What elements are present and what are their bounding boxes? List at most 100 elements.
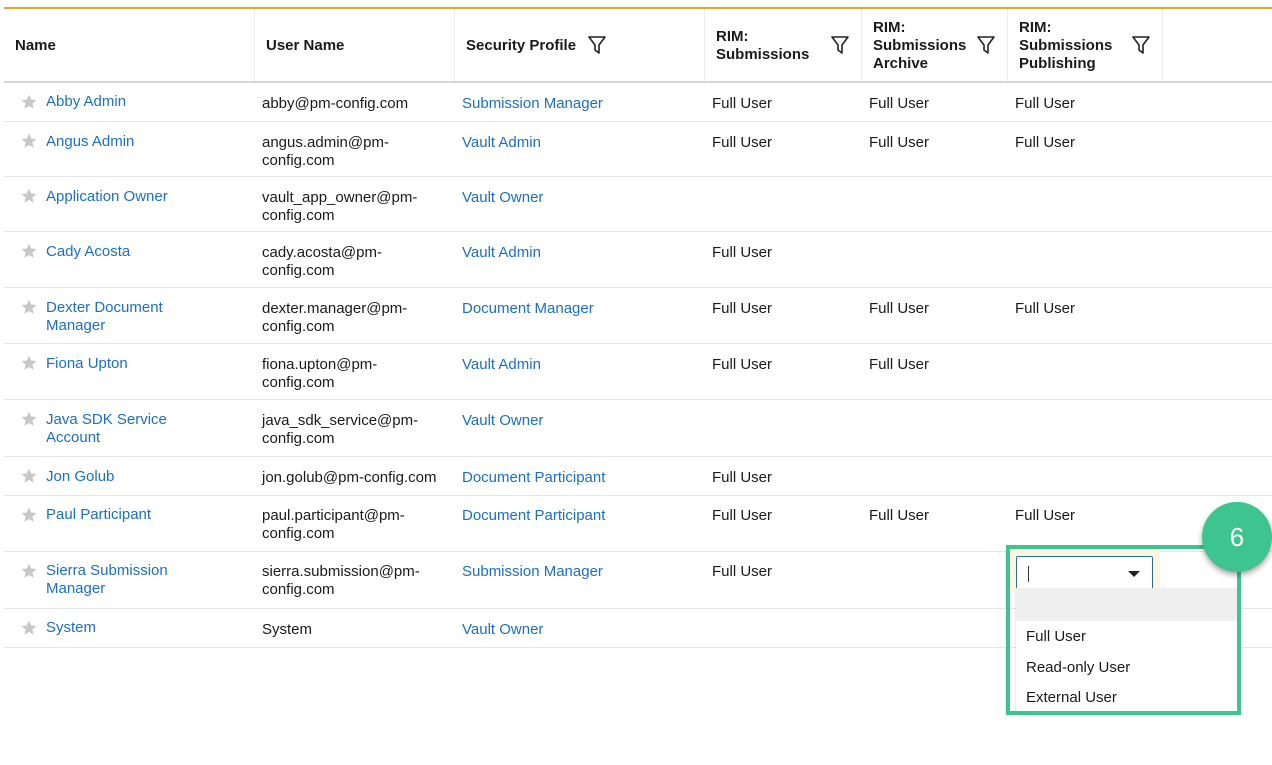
security-profile-label: Document Manager: [462, 300, 594, 317]
rim-submissions-cell: Full User: [712, 300, 773, 317]
star-icon[interactable]: [20, 93, 38, 111]
star-icon[interactable]: [20, 298, 38, 316]
column-header-rim-submissions[interactable]: RIM: Submissions: [705, 9, 862, 81]
user-name-link[interactable]: Sierra Submission Manager: [46, 562, 168, 598]
username-line2: config.com: [262, 581, 335, 598]
star-icon[interactable]: [20, 187, 38, 205]
column-header-pub-line1: RIM:: [1019, 19, 1052, 36]
filter-icon[interactable]: [1132, 35, 1150, 55]
user-name-line1: Sierra Submission: [46, 562, 168, 579]
security-profile-link[interactable]: Document Participant: [462, 507, 605, 525]
column-header-security-profile[interactable]: Security Profile: [455, 9, 705, 81]
username-cell: angus.admin@pm- config.com: [262, 134, 389, 170]
filter-icon[interactable]: [588, 35, 606, 55]
username-cell: fiona.upton@pm- config.com: [262, 356, 377, 392]
username-cell: abby@pm-config.com: [262, 95, 408, 113]
table-row: Jon Golub jon.golub@pm-config.com Docume…: [4, 457, 1272, 496]
star-icon[interactable]: [20, 562, 38, 580]
username-line1: sierra.submission@pm-: [262, 563, 420, 580]
security-profile-link[interactable]: Document Participant: [462, 469, 605, 487]
table-row: Cady Acosta cady.acosta@pm- config.com V…: [4, 232, 1272, 288]
user-name-link[interactable]: Abby Admin: [46, 93, 126, 111]
star-icon[interactable]: [20, 132, 38, 150]
security-profile-link[interactable]: Vault Owner: [462, 189, 543, 207]
security-profile-link[interactable]: Vault Admin: [462, 134, 541, 152]
username-cell: java_sdk_service@pm- config.com: [262, 412, 418, 448]
user-name-link[interactable]: Fiona Upton: [46, 355, 128, 373]
column-header-sub-line1: RIM:: [716, 28, 749, 45]
user-name-link[interactable]: Application Owner: [46, 188, 168, 206]
column-header-pub-line3: Publishing: [1019, 55, 1096, 72]
security-profile-label: Document Participant: [462, 507, 606, 524]
column-header-rim-submissions-publishing[interactable]: RIM: Submissions Publishing: [1008, 9, 1163, 81]
username-line1: java_sdk_service@pm-: [262, 412, 419, 429]
column-header-pub-line2: Submissions: [1019, 37, 1113, 54]
star-icon[interactable]: [20, 354, 38, 372]
filter-icon[interactable]: [977, 35, 995, 55]
security-profile-label: Vault Owner: [462, 412, 544, 429]
column-header-sub-line2: Submissions: [716, 46, 810, 63]
security-profile-link[interactable]: Submission Manager: [462, 563, 603, 581]
security-profile-link[interactable]: Vault Admin: [462, 356, 541, 374]
table-row: Fiona Upton fiona.upton@pm- config.com V…: [4, 344, 1272, 400]
rim-archive-cell: Full User: [869, 356, 930, 373]
security-profile-link[interactable]: Document Manager: [462, 300, 594, 318]
security-profile-label: Submission Manager: [462, 95, 603, 112]
column-header-name[interactable]: Name: [4, 9, 255, 81]
username-cell: paul.participant@pm- config.com: [262, 507, 405, 543]
security-profile-label: Vault Admin: [462, 244, 541, 261]
user-name-line1: Application Owner: [46, 188, 168, 205]
column-header-arch-line1: RIM:: [873, 19, 906, 36]
rim-archive-cell: Full User: [869, 95, 930, 112]
username-line1: dexter.manager@pm-: [262, 300, 408, 317]
rim-archive-cell: Full User: [869, 300, 930, 317]
filter-icon[interactable]: [831, 35, 849, 55]
rim-archive-cell: Full User: [869, 134, 930, 151]
username-cell: System: [262, 621, 312, 639]
username-cell: cady.acosta@pm- config.com: [262, 244, 382, 280]
security-profile-link[interactable]: Submission Manager: [462, 95, 603, 113]
rim-archive-cell: Full User: [869, 507, 930, 524]
user-name-link[interactable]: Dexter Document Manager: [46, 299, 163, 335]
rim-submissions-cell: Full User: [712, 563, 773, 580]
star-icon[interactable]: [20, 242, 38, 260]
security-profile-link[interactable]: Vault Admin: [462, 244, 541, 262]
security-profile-label: Submission Manager: [462, 563, 603, 580]
user-name-line2: Account: [46, 429, 101, 446]
user-name-link[interactable]: Jon Golub: [46, 468, 114, 486]
column-header-rim-submissions-archive[interactable]: RIM: Submissions Archive: [862, 9, 1008, 81]
rim-submissions-cell: Full User: [712, 134, 773, 151]
column-header-sub-label: RIM: Submissions: [716, 28, 809, 64]
table-row: Angus Admin angus.admin@pm- config.com V…: [4, 122, 1272, 177]
rim-submissions-cell: Full User: [712, 507, 773, 524]
star-icon[interactable]: [20, 506, 38, 524]
column-header-arch-line2: Submissions: [873, 37, 967, 54]
star-icon[interactable]: [20, 410, 38, 428]
user-name-line1: Fiona Upton: [46, 355, 128, 372]
username-line2: config.com: [262, 525, 335, 542]
username-line2: config.com: [262, 318, 335, 335]
security-profile-label: Vault Admin: [462, 356, 541, 373]
column-header-username[interactable]: User Name: [255, 9, 455, 81]
user-name-line1: Abby Admin: [46, 93, 127, 110]
user-name-line1: Dexter Document: [46, 299, 163, 316]
table-row: Abby Admin abby@pm-config.com Submission…: [4, 83, 1272, 122]
user-name-link[interactable]: Cady Acosta: [46, 243, 130, 261]
user-name-line2: Manager: [46, 580, 106, 597]
user-name-link[interactable]: Paul Participant: [46, 506, 151, 524]
user-name-link[interactable]: System: [46, 619, 96, 637]
security-profile-link[interactable]: Vault Owner: [462, 412, 543, 430]
column-header-username-label: User Name: [266, 37, 345, 54]
username-line2: config.com: [262, 430, 335, 447]
user-name-line1: Cady Acosta: [46, 243, 131, 260]
star-icon[interactable]: [20, 467, 38, 485]
user-name-link[interactable]: Angus Admin: [46, 133, 134, 151]
username-line1: fiona.upton@pm-: [262, 356, 378, 373]
user-name-link[interactable]: Java SDK Service Account: [46, 411, 167, 447]
star-icon[interactable]: [20, 619, 38, 637]
column-header-arch-label: RIM: Submissions Archive: [873, 19, 966, 73]
security-profile-link[interactable]: Vault Owner: [462, 621, 543, 639]
table-row: Application Owner vault_app_owner@pm- co…: [4, 177, 1272, 232]
username-cell: jon.golub@pm-config.com: [262, 469, 436, 487]
username-line1: jon.golub@pm-config.com: [262, 469, 437, 486]
